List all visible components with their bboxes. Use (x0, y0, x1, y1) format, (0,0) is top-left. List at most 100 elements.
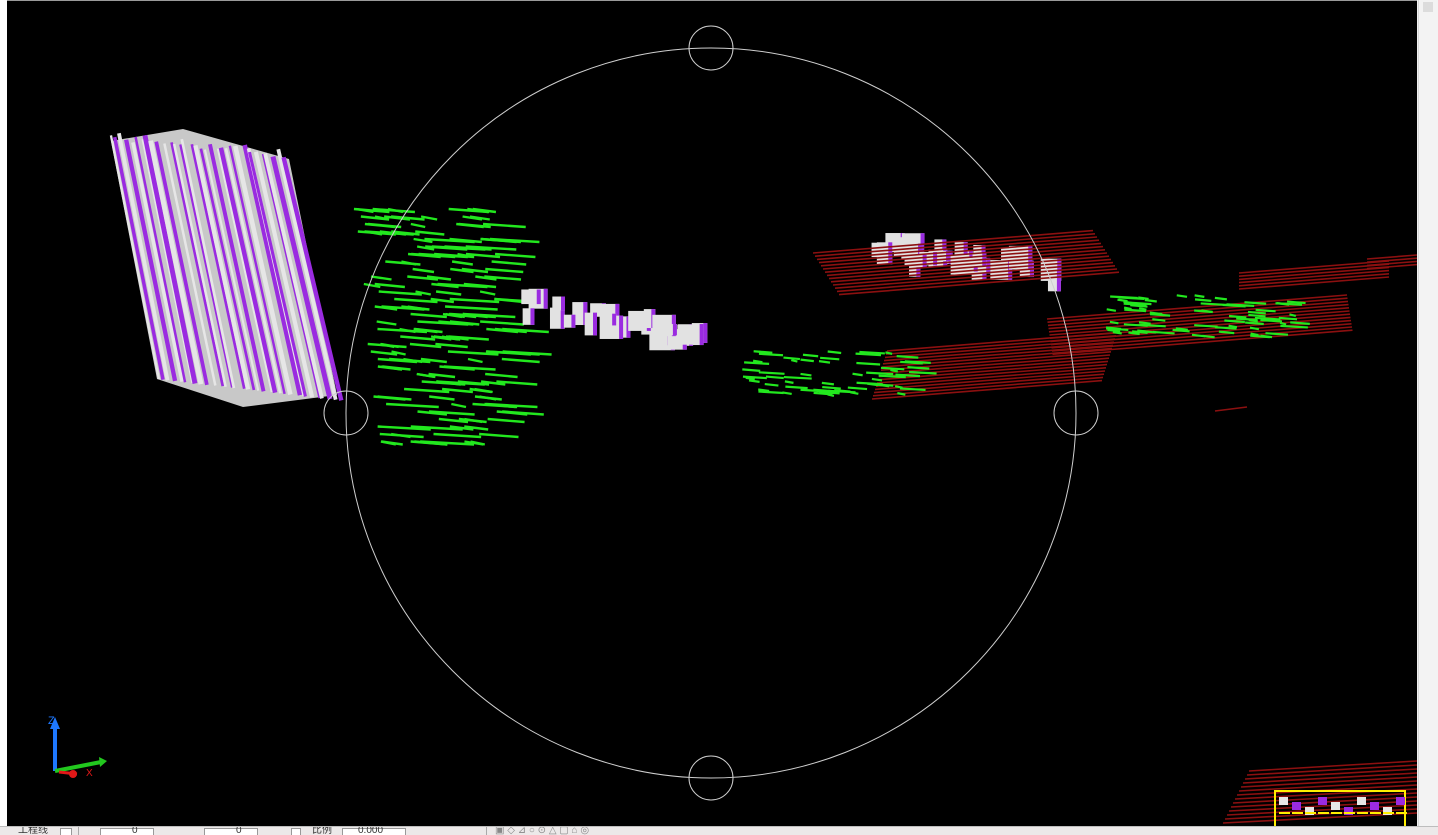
green-dash (467, 357, 483, 364)
green-scatter-dash (822, 385, 841, 390)
green-scatter-dash (847, 386, 868, 391)
corner-building[interactable] (1222, 760, 1417, 827)
green-scatter-dash (818, 360, 831, 364)
green-scatter-dash (742, 368, 761, 372)
corner-block (1370, 802, 1379, 810)
ucs-y-arrow (99, 757, 107, 767)
green-scatter-dash (827, 350, 842, 355)
green-dash (381, 365, 402, 371)
green-dash (386, 402, 439, 409)
green-scatter-dash (813, 391, 833, 396)
green-scatter-dash (1106, 308, 1117, 312)
green-dash (410, 312, 447, 319)
green-scatter-dash (850, 391, 859, 395)
green-scatter-dash (1228, 324, 1238, 329)
red-slab-line (812, 229, 1094, 254)
green-scatter-dash (878, 374, 906, 379)
building-cluster-middle[interactable] (521, 288, 708, 351)
corner-block (1396, 797, 1405, 805)
green-scatter-dash (1138, 296, 1149, 300)
mid-block-side (672, 324, 677, 336)
green-scatter-dash (1194, 298, 1212, 302)
green-scatter-dash (866, 371, 894, 376)
green-scatter-dash (1226, 303, 1255, 307)
green-scatter-dash (1255, 308, 1276, 313)
vertical-scrollbar[interactable] (1418, 0, 1438, 826)
red-slab-line (1214, 406, 1248, 412)
green-scatter-dash (1280, 324, 1308, 329)
green-scatter-dash (1265, 332, 1289, 336)
green-scatter-dash (894, 385, 903, 389)
green-scatter-dash (758, 352, 784, 357)
green-scatter-dash (1228, 314, 1247, 319)
corner-block (1292, 802, 1301, 810)
tower-block[interactable] (109, 129, 344, 407)
green-scatter-dash (897, 392, 906, 396)
mid-block-side (703, 323, 708, 343)
green-scatter-dash (1124, 308, 1147, 313)
green-scatter-dash (1247, 310, 1266, 315)
green-scatter-dash (899, 387, 926, 392)
green-scatter-dash (867, 382, 879, 387)
green-scatter-dash (871, 377, 883, 382)
green-scatter-dash (880, 366, 905, 371)
green-scatter-dash (758, 390, 784, 395)
green-dash (449, 297, 500, 304)
green-dash (376, 320, 397, 326)
green-stack[interactable] (353, 207, 552, 446)
green-dash (474, 387, 493, 394)
right-block-side (920, 233, 925, 244)
green-scatter-dash (744, 361, 770, 366)
red-slab-line (1238, 269, 1390, 284)
green-scatter-dash (785, 385, 808, 390)
green-dash (451, 402, 467, 409)
green-scatter-dash (900, 360, 923, 365)
green-scatter-dash (859, 350, 885, 355)
mid-block-side (593, 312, 598, 336)
green-scatter-dash (790, 358, 798, 363)
mid-block-side (612, 313, 617, 326)
model-viewport[interactable]: Z X (7, 0, 1417, 827)
green-scatter-dash (1138, 307, 1147, 311)
green-dash (479, 432, 519, 439)
green-dash (485, 372, 518, 379)
green-scatter-dash (856, 361, 881, 366)
scroll-up-arrow[interactable] (1423, 2, 1433, 12)
green-scatter-dash (1144, 298, 1157, 303)
green-scatter-dash (1123, 323, 1148, 327)
green-scatter-dash (1214, 296, 1228, 301)
green-dash (410, 222, 426, 229)
green-scatter-dash (1289, 313, 1297, 317)
green-scatter-dash (1218, 330, 1235, 335)
green-scatter-dash (1248, 313, 1266, 318)
green-scatter-dash (1201, 309, 1213, 314)
green-scatter-dash (1249, 326, 1260, 331)
green-dash (480, 320, 524, 326)
ucs-icon: Z X (48, 715, 107, 779)
mid-block-side (561, 296, 566, 311)
green-dash (479, 290, 496, 296)
green-dash (491, 260, 527, 266)
green-dash (412, 267, 435, 274)
green-scatter-dash (1138, 321, 1151, 325)
green-scatter-dash (1214, 326, 1237, 330)
3d-scene[interactable]: Z X (7, 1, 1417, 827)
green-scatter-dash (748, 379, 760, 383)
green-dash (435, 290, 462, 296)
green-scatter-dash (802, 353, 819, 358)
red-slab-line (1238, 260, 1390, 274)
green-scatter-dash (907, 366, 930, 370)
corner-block (1279, 797, 1288, 805)
mid-block-side (536, 289, 541, 305)
green-scatter-dash (1172, 328, 1190, 333)
green-dash (379, 432, 424, 439)
green-scatter-dash (896, 355, 919, 359)
green-scatter-dash (1109, 320, 1119, 325)
green-scatter-dash (1248, 318, 1258, 323)
green-scatter-dash (885, 351, 893, 355)
green-scatter-dash (1244, 301, 1267, 305)
green-scatter-dash (765, 375, 784, 380)
green-dash (443, 365, 496, 371)
green-scatter-dash (764, 382, 779, 387)
green-scatter-dash (742, 375, 767, 380)
